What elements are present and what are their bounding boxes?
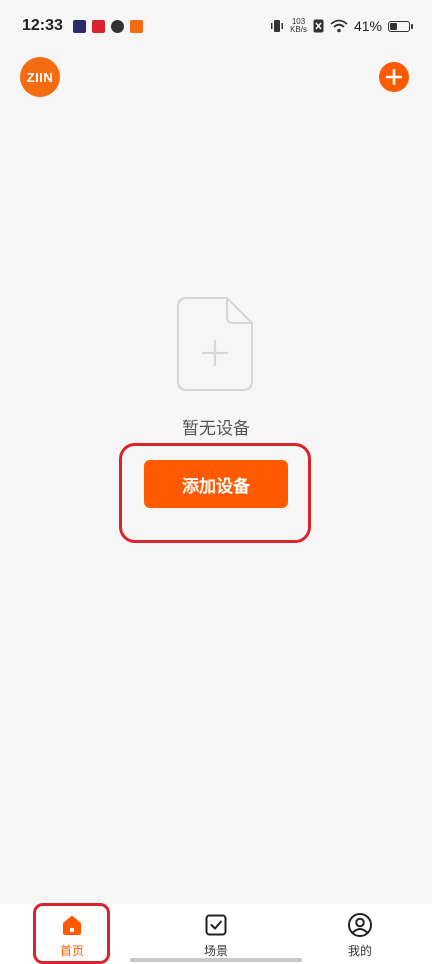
empty-message: 暂无设备 [182,419,250,438]
scene-checkbox-icon [203,912,229,938]
app-notification-icon [91,19,105,33]
net-speed-unit: KB/s [290,25,307,34]
add-button[interactable] [379,62,409,92]
nav-label-scene: 场景 [203,944,228,958]
battery-fill [390,22,397,30]
status-bar: 12:33 103 KB/s 41% [0,0,432,52]
empty-file-icon [177,297,253,391]
wifi-icon [330,19,348,33]
brand-logo: ZIIN [20,57,60,97]
nav-item-scene[interactable]: 场景 [144,904,288,964]
link-notification-icon [110,19,124,33]
sim-off-icon [313,19,324,33]
plus-icon [386,69,402,85]
shop-notification-icon [129,19,143,33]
add-device-button[interactable]: 添加设备 [144,460,288,508]
nav-home-highlight [33,903,110,964]
net-speed: 103 KB/s [290,18,307,34]
battery-icon [388,20,413,32]
battery-percent: 41% [353,18,382,34]
status-right: 103 KB/s 41% [270,18,413,34]
nav-item-profile[interactable]: 我的 [288,904,432,964]
status-left: 12:33 [22,17,143,35]
brand-logo-text: ZIIN [26,69,54,85]
profile-icon [347,912,373,938]
nav-label-profile: 我的 [347,944,372,958]
home-indicator[interactable] [130,958,302,962]
status-time: 12:33 [22,17,63,34]
vibrate-icon [271,20,284,32]
play-notification-icon [72,19,86,33]
